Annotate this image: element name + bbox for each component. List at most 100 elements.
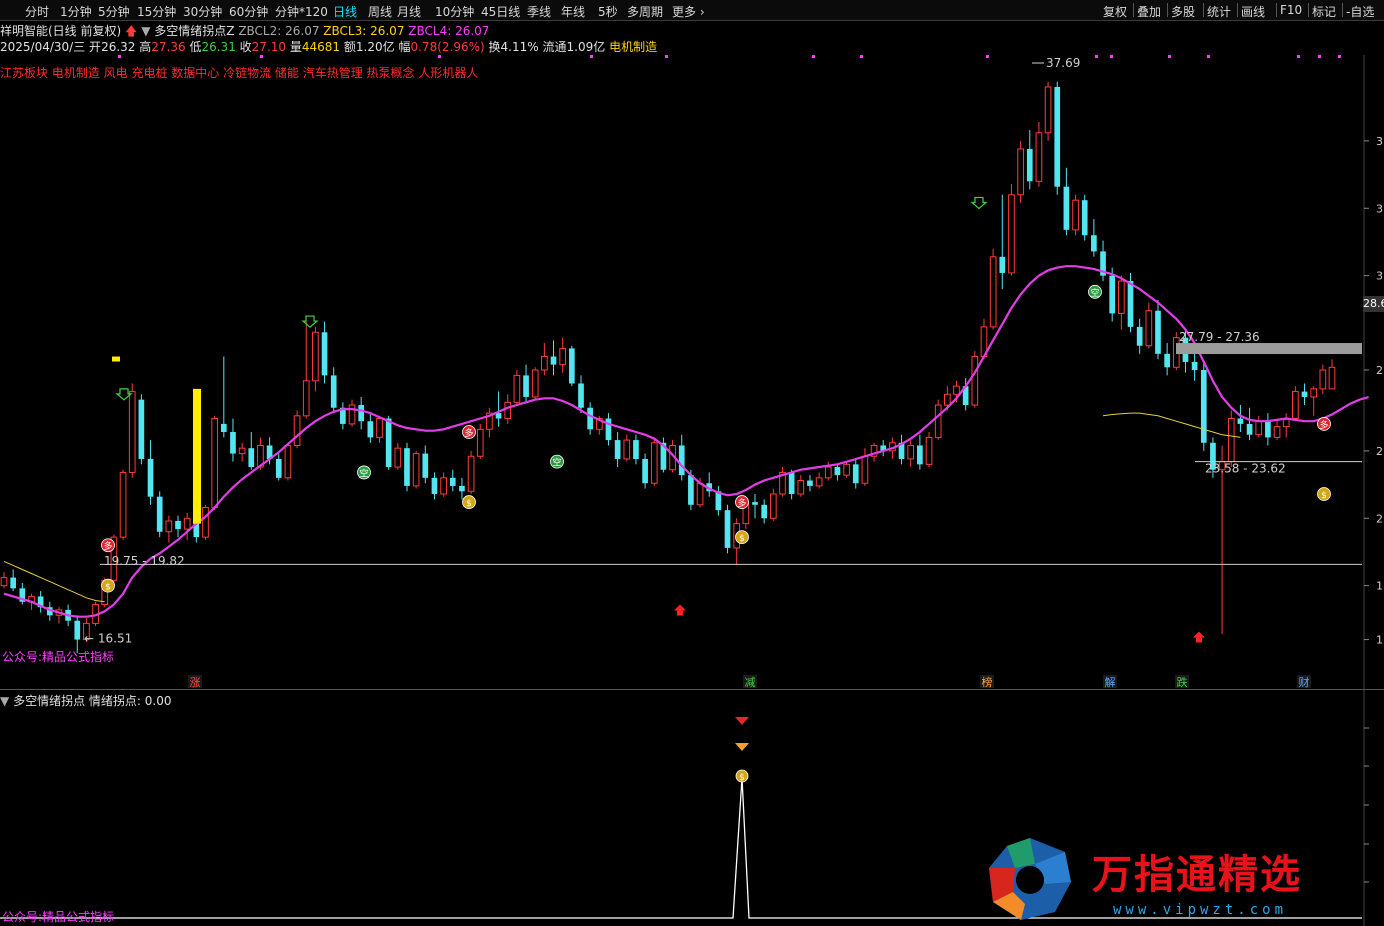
period-tab[interactable]: 1分钟 bbox=[60, 3, 92, 20]
event-label[interactable]: 减 bbox=[743, 675, 757, 689]
candle bbox=[715, 485, 722, 516]
bull-marker-icon[interactable]: 多 bbox=[1317, 417, 1331, 431]
period-tab[interactable]: 30分钟 bbox=[183, 3, 222, 20]
bull-marker-icon[interactable]: 多 bbox=[101, 538, 115, 553]
toolbar-button[interactable]: 复权 bbox=[1103, 3, 1127, 20]
bull-marker-icon[interactable]: 多 bbox=[462, 425, 476, 440]
event-label[interactable]: 解 bbox=[1103, 675, 1117, 689]
peak-label: 37.69 bbox=[1046, 56, 1080, 70]
candle-body bbox=[440, 477, 447, 495]
event-label-text: 跌 bbox=[1177, 675, 1188, 689]
candle bbox=[238, 442, 246, 462]
bear-marker-icon[interactable]: 空 bbox=[1088, 284, 1102, 299]
money-bag-icon[interactable]: $ bbox=[1317, 487, 1331, 502]
candle-body bbox=[1063, 186, 1070, 230]
money-bag-icon-text: $ bbox=[105, 583, 111, 593]
footer-mark-main: 公众号:精品公式指标 bbox=[2, 650, 115, 664]
period-tab[interactable]: 5秒 bbox=[598, 3, 618, 20]
candle-body bbox=[248, 448, 255, 468]
candle bbox=[660, 437, 667, 473]
candle-body bbox=[1292, 391, 1299, 420]
period-tab[interactable]: 分钟*120 bbox=[275, 3, 328, 20]
candle-body bbox=[275, 458, 282, 478]
toolbar-button[interactable]: -自选 bbox=[1346, 3, 1374, 20]
toolbar-button[interactable]: 多股 bbox=[1171, 3, 1195, 20]
period-tab[interactable]: 更多 › bbox=[672, 3, 705, 20]
event-label[interactable]: 财 bbox=[1297, 675, 1311, 689]
candle-body bbox=[1127, 281, 1134, 327]
candle bbox=[605, 413, 612, 446]
up-arrow-icon: 🡅 bbox=[125, 24, 138, 38]
toolbar-button[interactable]: 叠加 bbox=[1137, 3, 1161, 20]
event-label[interactable]: 涨 bbox=[188, 675, 202, 689]
period-tab[interactable]: 日线 bbox=[333, 3, 357, 20]
period-tab[interactable]: 60分钟 bbox=[229, 3, 268, 20]
up-arrow-icon bbox=[674, 604, 686, 616]
period-tab[interactable]: 分时 bbox=[25, 3, 49, 20]
period-tab[interactable]: 45日线 bbox=[481, 3, 520, 20]
candle bbox=[614, 432, 621, 468]
candle-body bbox=[815, 477, 823, 487]
stock-name[interactable]: 祥明智能(日线 前复权) bbox=[0, 24, 121, 38]
event-label[interactable]: 跌 bbox=[1175, 675, 1189, 689]
candle bbox=[807, 475, 813, 492]
period-tab[interactable]: 5分钟 bbox=[98, 3, 130, 20]
period-tab[interactable]: 周线 bbox=[368, 3, 392, 20]
candle bbox=[1008, 184, 1015, 276]
candle bbox=[752, 494, 758, 519]
signal-dot bbox=[1338, 55, 1341, 58]
candle bbox=[275, 453, 282, 481]
range-value: 0.78(2.96%) bbox=[410, 40, 485, 54]
candle bbox=[925, 432, 933, 468]
money-bag-icon-text: $ bbox=[466, 499, 472, 509]
candle bbox=[321, 321, 328, 384]
money-bag-icon[interactable]: $ bbox=[101, 578, 115, 593]
candle bbox=[1081, 194, 1088, 241]
money-bag-icon[interactable]: $ bbox=[735, 530, 749, 545]
candle bbox=[642, 453, 648, 489]
period-tab[interactable]: 15分钟 bbox=[137, 3, 176, 20]
candle-body bbox=[824, 466, 832, 479]
candle-body bbox=[230, 432, 236, 454]
indicator-dropdown-icon[interactable]: ▼ bbox=[141, 24, 150, 38]
candle-body bbox=[1072, 199, 1079, 231]
ma-yellow-line-left bbox=[3, 560, 105, 603]
toolbar-button[interactable]: 统计 bbox=[1207, 3, 1231, 20]
range-label: 幅 bbox=[398, 40, 411, 54]
indicator-name[interactable]: 多空情绪拐点Z bbox=[154, 24, 234, 38]
toolbar-button[interactable]: 标记 bbox=[1312, 3, 1336, 20]
main-kline-chart[interactable]: 37.69← 16.5119.75 - 19.8227.79 - 27.3623… bbox=[0, 55, 1384, 689]
candle bbox=[431, 472, 438, 500]
toolbar-button[interactable]: 画线 bbox=[1241, 3, 1265, 20]
period-tab[interactable]: 多周期 bbox=[627, 3, 663, 20]
candle-body bbox=[642, 458, 648, 484]
candle bbox=[1100, 240, 1106, 282]
candle-body bbox=[1319, 369, 1327, 390]
toolbar-separator bbox=[1276, 3, 1277, 17]
period-tab[interactable]: 季线 bbox=[527, 3, 551, 20]
candle-body bbox=[788, 472, 795, 494]
period-tab[interactable]: 月线 bbox=[397, 3, 421, 20]
period-tab[interactable]: 10分钟 bbox=[435, 3, 474, 20]
money-bag-icon[interactable]: $ bbox=[462, 495, 476, 510]
event-label[interactable]: 榜 bbox=[980, 675, 994, 689]
candle bbox=[1091, 219, 1097, 257]
toolbar-separator bbox=[1237, 3, 1238, 17]
candle bbox=[1136, 318, 1143, 354]
bear-marker-icon[interactable]: 空 bbox=[550, 454, 564, 469]
candle-body bbox=[1054, 86, 1061, 187]
candle-body bbox=[358, 405, 365, 422]
candle-body bbox=[943, 393, 951, 406]
bear-marker-icon[interactable]: 空 bbox=[357, 465, 371, 480]
candle-body bbox=[1035, 132, 1043, 182]
toolbar-button[interactable]: F10 bbox=[1280, 3, 1302, 17]
axis-tick-label: 2 bbox=[1376, 512, 1383, 525]
period-tab[interactable]: 年线 bbox=[561, 3, 585, 20]
candle bbox=[165, 515, 173, 543]
candle bbox=[1155, 299, 1161, 360]
candle-body bbox=[1164, 353, 1170, 368]
candle-body bbox=[394, 447, 402, 468]
sector-label: 电机制造 bbox=[609, 40, 658, 54]
bull-marker-icon[interactable]: 多 bbox=[735, 495, 749, 510]
candle-body bbox=[752, 502, 758, 505]
